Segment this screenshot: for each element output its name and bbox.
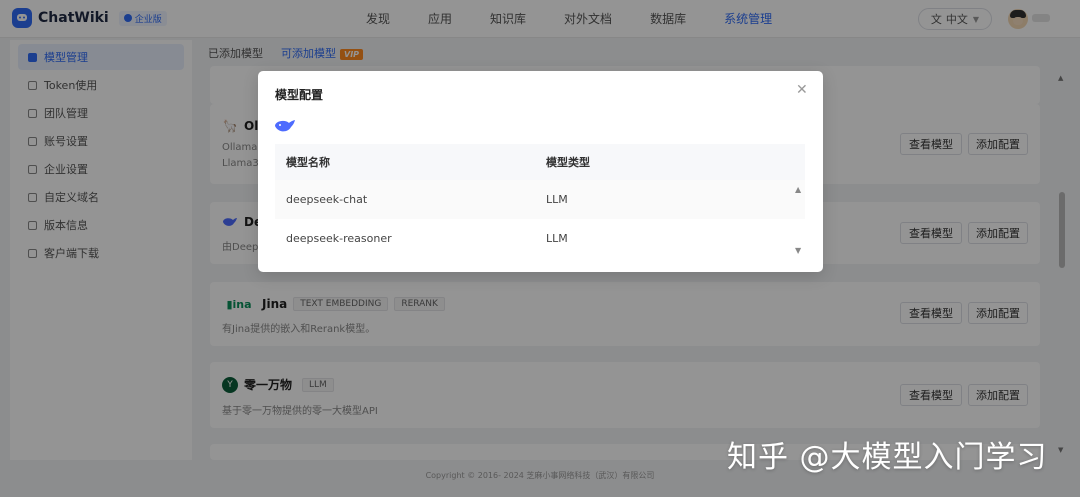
table-row: deepseek-chat LLM [275, 180, 805, 219]
watermark-text: 知乎 @大模型入门学习 [727, 440, 1048, 475]
close-icon[interactable]: ✕ [796, 82, 808, 98]
model-config-dialog: 模型配置 ✕ 模型名称 模型类型 deepseek-chat LLM deeps… [258, 71, 823, 272]
table-row: deepseek-reasoner LLM [275, 219, 805, 258]
column-model-name: 模型名称 [286, 156, 330, 169]
model-name-cell: deepseek-reasoner [286, 232, 392, 245]
scroll-up-icon[interactable]: ▲ [795, 185, 801, 194]
table-header: 模型名称 模型类型 [275, 144, 805, 180]
deepseek-whale-icon [274, 118, 296, 136]
model-type-cell: LLM [546, 232, 568, 245]
model-name-cell: deepseek-chat [286, 193, 368, 206]
column-model-type: 模型类型 [546, 156, 590, 169]
scroll-down-icon[interactable]: ▼ [795, 246, 801, 255]
model-type-cell: LLM [546, 193, 568, 206]
dialog-title: 模型配置 [275, 88, 324, 102]
model-table: 模型名称 模型类型 deepseek-chat LLM deepseek-rea… [275, 144, 805, 258]
